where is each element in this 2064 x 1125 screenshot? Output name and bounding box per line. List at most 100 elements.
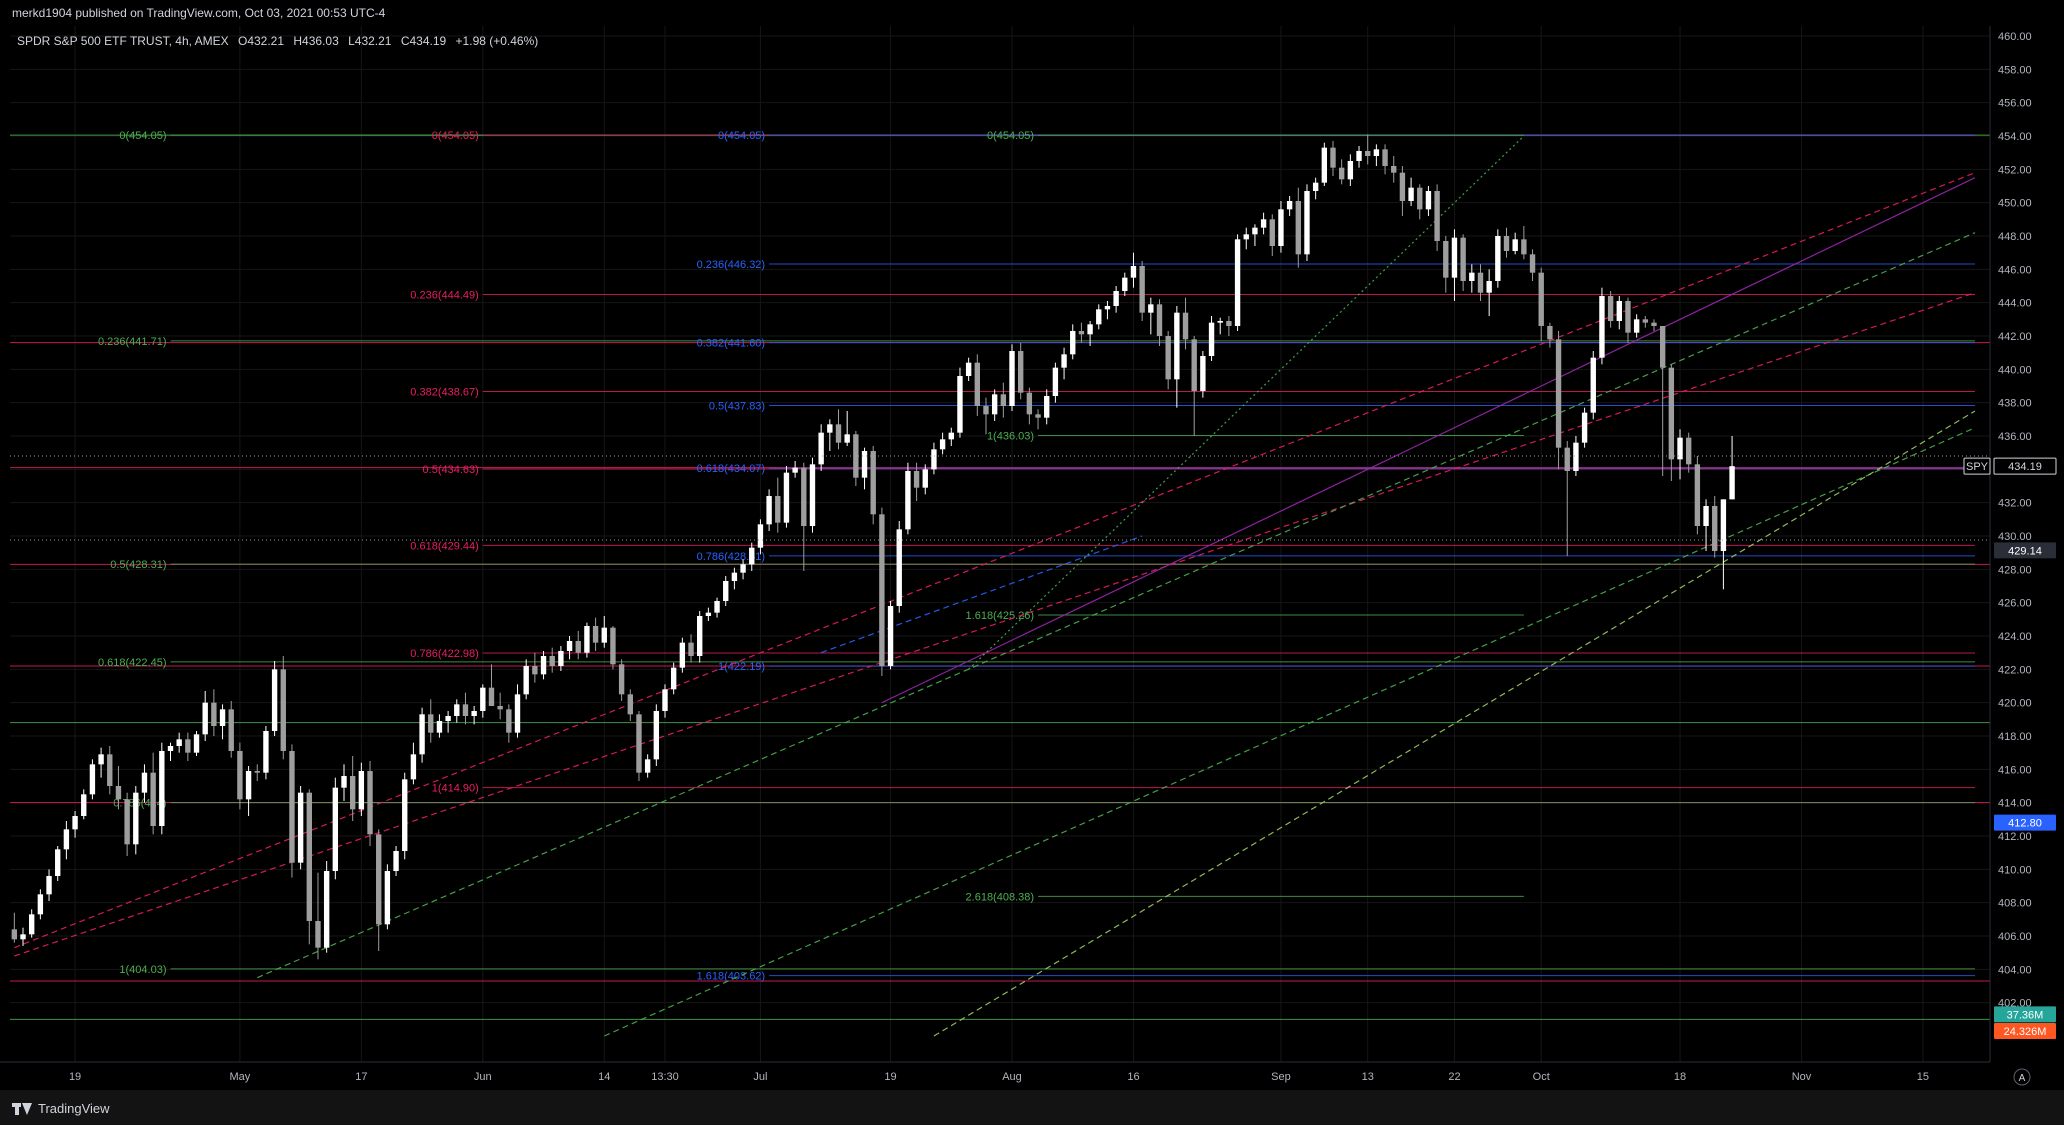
candle-body: [1070, 331, 1076, 355]
candle-body: [818, 432, 824, 465]
candle-body: [107, 754, 113, 786]
candle-body: [1538, 272, 1544, 326]
candle-body: [1607, 296, 1614, 321]
fib-level-label: 1.618(403.62): [697, 971, 766, 983]
candle-body: [81, 794, 87, 816]
candle-body: [219, 709, 226, 726]
candle-body: [384, 871, 391, 925]
fib-level-label: 0(454.05): [432, 130, 479, 142]
candle-body: [1017, 351, 1024, 393]
y-tick-label: 442.00: [1998, 331, 2032, 343]
candle-body: [514, 694, 521, 733]
fib-level-label: 0.5(437.83): [709, 401, 765, 413]
candle-body: [775, 496, 781, 523]
candle-body: [688, 642, 694, 656]
price-label-text: 412.80: [2008, 818, 2042, 830]
candle-body: [141, 772, 148, 793]
candle-body: [835, 424, 842, 443]
candle-body: [211, 702, 217, 726]
candle-body: [905, 471, 911, 530]
candle-body: [887, 606, 894, 666]
candle-body: [1477, 272, 1484, 293]
candle-body: [1061, 354, 1067, 368]
low-value: L432.21: [348, 34, 392, 48]
publisher-info: merkd1904 published on TradingView.com, …: [12, 6, 386, 20]
candle-body: [1642, 319, 1649, 323]
candle-body: [454, 704, 460, 716]
candle-body: [280, 669, 286, 751]
fib-level-label: 2.618(408.38): [966, 891, 1035, 903]
x-tick-label: May: [230, 1071, 251, 1083]
candle-body: [610, 627, 616, 665]
fib-level-label: 0.786(414): [113, 798, 166, 810]
candle-body: [1529, 254, 1536, 273]
candle-body: [731, 572, 738, 581]
candle-body: [1200, 356, 1206, 391]
candle-body: [1633, 319, 1640, 333]
candle-body: [1625, 301, 1631, 333]
price-label-text: 429.14: [2008, 545, 2042, 557]
candle-body: [757, 524, 764, 548]
fib-level-label: 0.382(441.60): [697, 338, 766, 350]
time-scale[interactable]: [0, 1062, 2064, 1090]
candle-body: [1052, 367, 1059, 396]
candle-body: [1573, 442, 1579, 471]
candle-body: [1009, 351, 1015, 406]
candle-body: [488, 687, 495, 706]
y-tick-label: 430.00: [1998, 531, 2032, 543]
candle-body: [245, 771, 252, 800]
candle-body: [974, 362, 981, 406]
x-tick-label: Nov: [1792, 1071, 1812, 1083]
candle-body: [896, 529, 902, 606]
candle-body: [636, 714, 642, 773]
candle-body: [1165, 336, 1171, 380]
x-tick-label: 18: [1674, 1071, 1686, 1083]
candle-body: [1443, 241, 1449, 278]
candle-body: [1243, 234, 1249, 240]
candle-body: [63, 829, 70, 850]
candle-body: [1521, 239, 1527, 255]
candle-body: [965, 362, 972, 376]
y-tick-label: 410.00: [1998, 864, 2032, 876]
x-tick-label: 14: [598, 1071, 610, 1083]
candle-body: [844, 434, 850, 443]
tradingview-logo[interactable]: TradingView: [12, 1101, 110, 1116]
candle-body: [558, 651, 564, 666]
candle-body: [497, 706, 503, 710]
x-tick-label: 17: [355, 1071, 367, 1083]
y-tick-label: 448.00: [1998, 231, 2032, 243]
candle-body: [1139, 266, 1145, 313]
candle-body: [37, 894, 44, 915]
fib-level-label: 1(404.03): [119, 964, 166, 976]
candle-body: [480, 687, 486, 711]
candle-body: [1234, 239, 1241, 326]
fib-level-label: 0(454.05): [987, 130, 1034, 142]
y-tick-label: 412.00: [1998, 831, 2032, 843]
price-chart[interactable]: 0(454.05) 0.236(441.71) 0.5(428.31) 0.618(4…: [0, 26, 2064, 1090]
candle-body: [1425, 191, 1432, 210]
candle-body: [922, 469, 928, 488]
candle-body: [1599, 296, 1605, 358]
candle-body: [1260, 219, 1267, 228]
candle-body: [1104, 306, 1111, 310]
candle-body: [436, 721, 443, 733]
x-tick-label: Aug: [1002, 1071, 1022, 1083]
candle-body: [410, 754, 417, 780]
candle-body: [1460, 237, 1466, 281]
tradingview-wordmark: TradingView: [38, 1101, 110, 1116]
candle-body: [176, 739, 182, 746]
candle-body: [1338, 167, 1345, 180]
candle-body: [133, 792, 139, 845]
change-value: +1.98 (+0.46%): [456, 34, 539, 48]
candle-body: [263, 731, 269, 773]
candle-body: [627, 694, 633, 715]
price-label-text: SPY: [1966, 461, 1989, 473]
candle-body: [315, 921, 321, 948]
y-tick-label: 436.00: [1998, 431, 2032, 443]
candle-body: [1616, 301, 1622, 321]
y-tick-label: 454.00: [1998, 131, 2032, 143]
candle-body: [159, 751, 165, 826]
x-tick-label: 16: [1127, 1071, 1139, 1083]
candle-body: [428, 714, 434, 733]
candle-body: [1347, 161, 1354, 180]
